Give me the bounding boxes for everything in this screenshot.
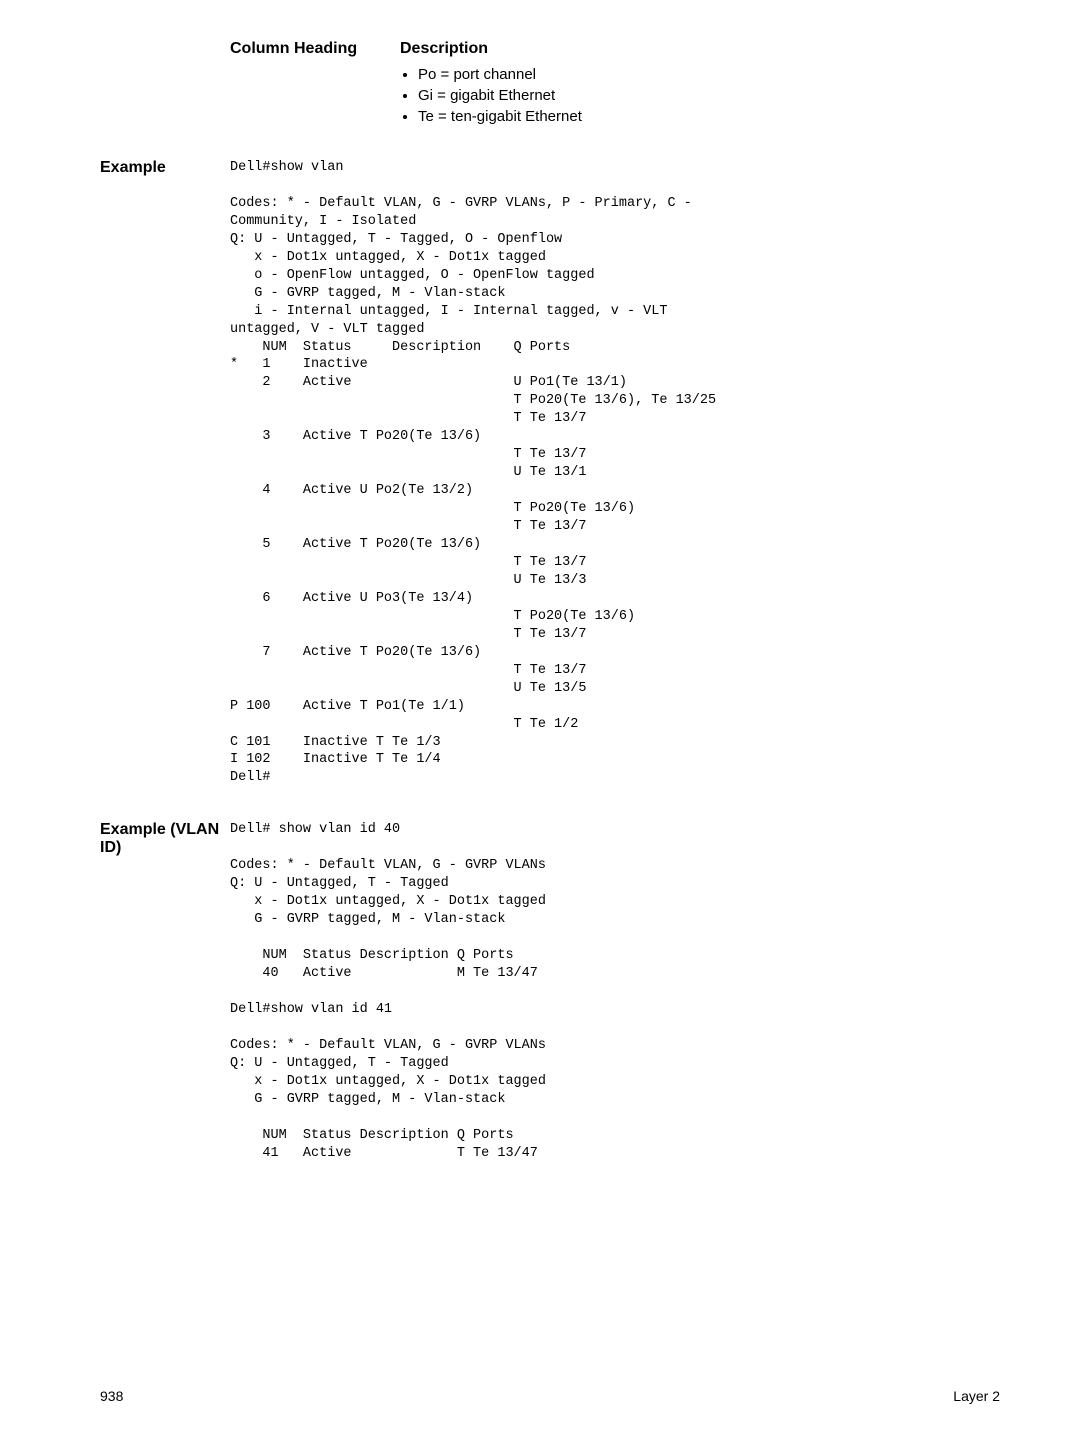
example-section: Example Dell#show vlan Codes: * - Defaul…	[100, 159, 1000, 787]
bullet-item: Te = ten-gigabit Ethernet	[418, 108, 1000, 125]
page-footer: 938 Layer 2	[100, 1388, 1000, 1404]
col-description-label: Description	[400, 40, 488, 58]
bullet-item: Gi = gigabit Ethernet	[418, 87, 1000, 104]
example-label: Example	[100, 159, 230, 787]
page-number: 938	[100, 1388, 123, 1404]
footer-section-name: Layer 2	[953, 1388, 1000, 1404]
bullet-item: Po = port channel	[418, 66, 1000, 83]
example-vlan-id-code-block: Dell# show vlan id 40 Codes: * - Default…	[230, 821, 1000, 1162]
example-vlan-id-section: Example (VLAN ID) Dell# show vlan id 40 …	[100, 821, 1000, 1162]
example-code-block: Dell#show vlan Codes: * - Default VLAN, …	[230, 159, 1000, 787]
description-bullets: Po = port channel Gi = gigabit Ethernet …	[400, 66, 1000, 125]
example-vlan-id-label: Example (VLAN ID)	[100, 821, 230, 1162]
table-header-row: Column Heading Description	[230, 40, 1000, 58]
col-heading-label: Column Heading	[230, 40, 400, 58]
